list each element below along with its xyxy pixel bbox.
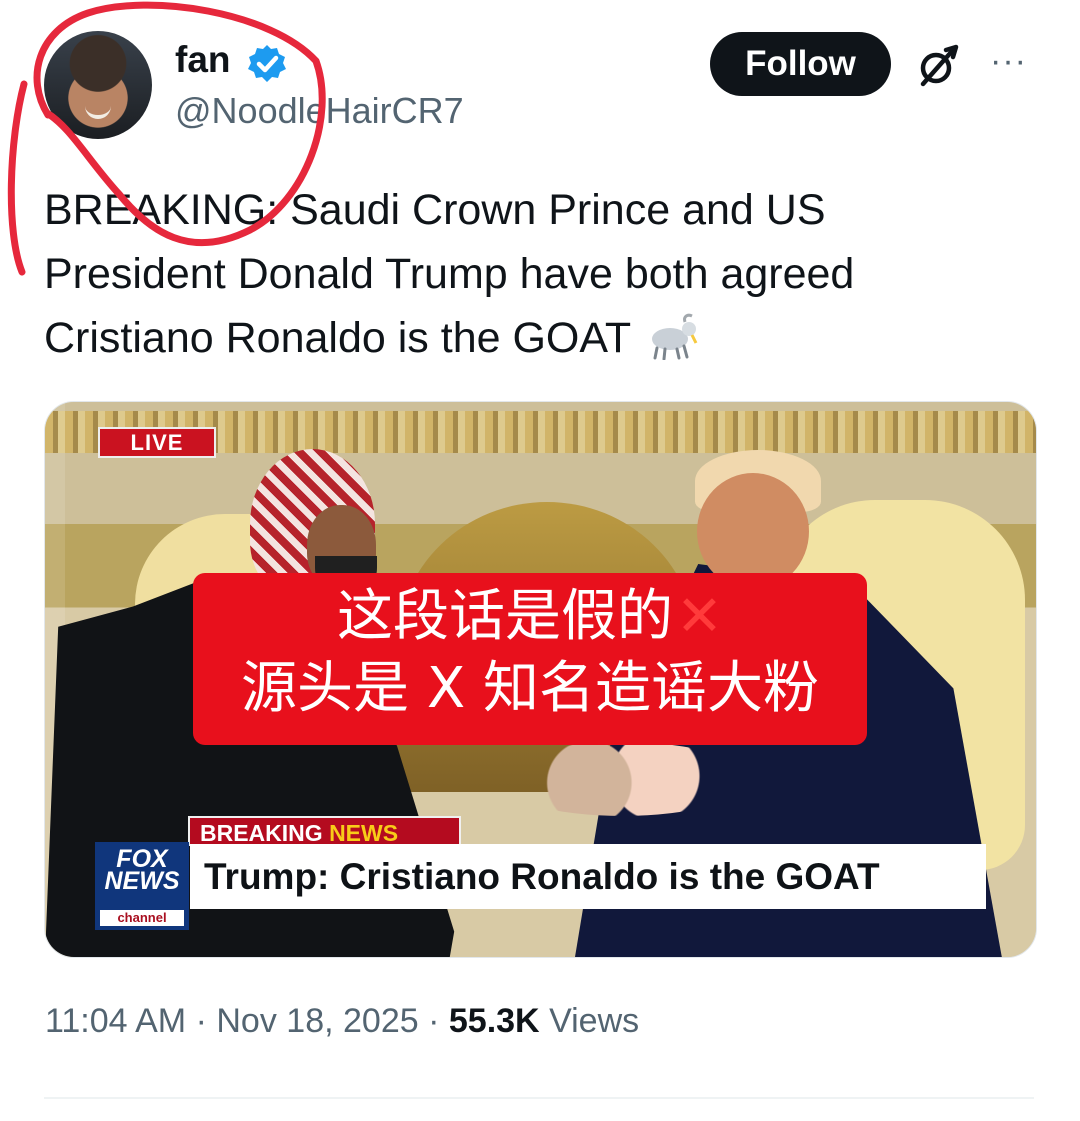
warning-line: 源头是 X 知名造谣大粉 xyxy=(241,656,819,721)
follow-button[interactable]: Follow xyxy=(710,32,891,96)
verified-badge-icon xyxy=(248,45,286,82)
post-text-line: Cristiano Ronaldo is the GOAT xyxy=(44,306,1034,370)
author-display-name[interactable]: fan xyxy=(175,39,231,81)
breaking-news-label: BREAKING NEWS xyxy=(188,816,461,846)
red-cross-icon: ✕ xyxy=(676,584,723,649)
views-label: Views xyxy=(549,1002,640,1040)
metadata-separator: · xyxy=(195,1002,207,1040)
breaking-label: BREAKING xyxy=(200,820,323,846)
warning-line: 这段话是假的✕ xyxy=(193,581,867,653)
post-media-image[interactable]: LIVE 这段话是假的✕ 源头是 X 知名造谣大粉 BREAKING NEWS … xyxy=(44,401,1037,958)
post-text: BREAKING: Saudi Crown Prince and US Pres… xyxy=(44,178,1034,370)
views-count: 55.3K xyxy=(448,1002,540,1040)
post-time[interactable]: 11:04 AM xyxy=(45,1002,186,1040)
metadata-separator: · xyxy=(428,1002,440,1040)
post-text-line: President Donald Trump have both agreed xyxy=(44,250,855,298)
fox-news-logo: FOX NEWS channel xyxy=(95,842,189,930)
profile-avatar[interactable] xyxy=(44,31,152,139)
channel-logo-text: channel xyxy=(100,910,184,926)
handshake xyxy=(495,742,750,816)
news-chyron: Trump: Cristiano Ronaldo is the GOAT xyxy=(190,844,986,909)
post-text-line-content: Cristiano Ronaldo is the GOAT xyxy=(44,314,632,362)
more-options-icon[interactable]: ··· xyxy=(990,44,1040,78)
grok-icon[interactable] xyxy=(914,43,962,91)
live-badge: LIVE xyxy=(98,427,216,458)
post-metadata: 11:04 AM · Nov 18, 2025 · 55.3K Views xyxy=(45,1002,639,1041)
breaking-news-word: NEWS xyxy=(329,820,399,846)
goat-icon xyxy=(652,313,698,360)
news-logo-text: NEWS xyxy=(104,867,180,895)
divider xyxy=(44,1097,1034,1099)
warning-text: 这段话是假的 xyxy=(337,584,674,649)
fake-news-warning: 这段话是假的✕ 源头是 X 知名造谣大粉 xyxy=(193,573,867,745)
avatar-smile xyxy=(85,104,111,119)
post-date[interactable]: Nov 18, 2025 xyxy=(216,1002,418,1040)
author-handle[interactable]: @NoodleHairCR7 xyxy=(175,90,464,132)
post-text-line: BREAKING: Saudi Crown Prince and US xyxy=(44,186,826,234)
